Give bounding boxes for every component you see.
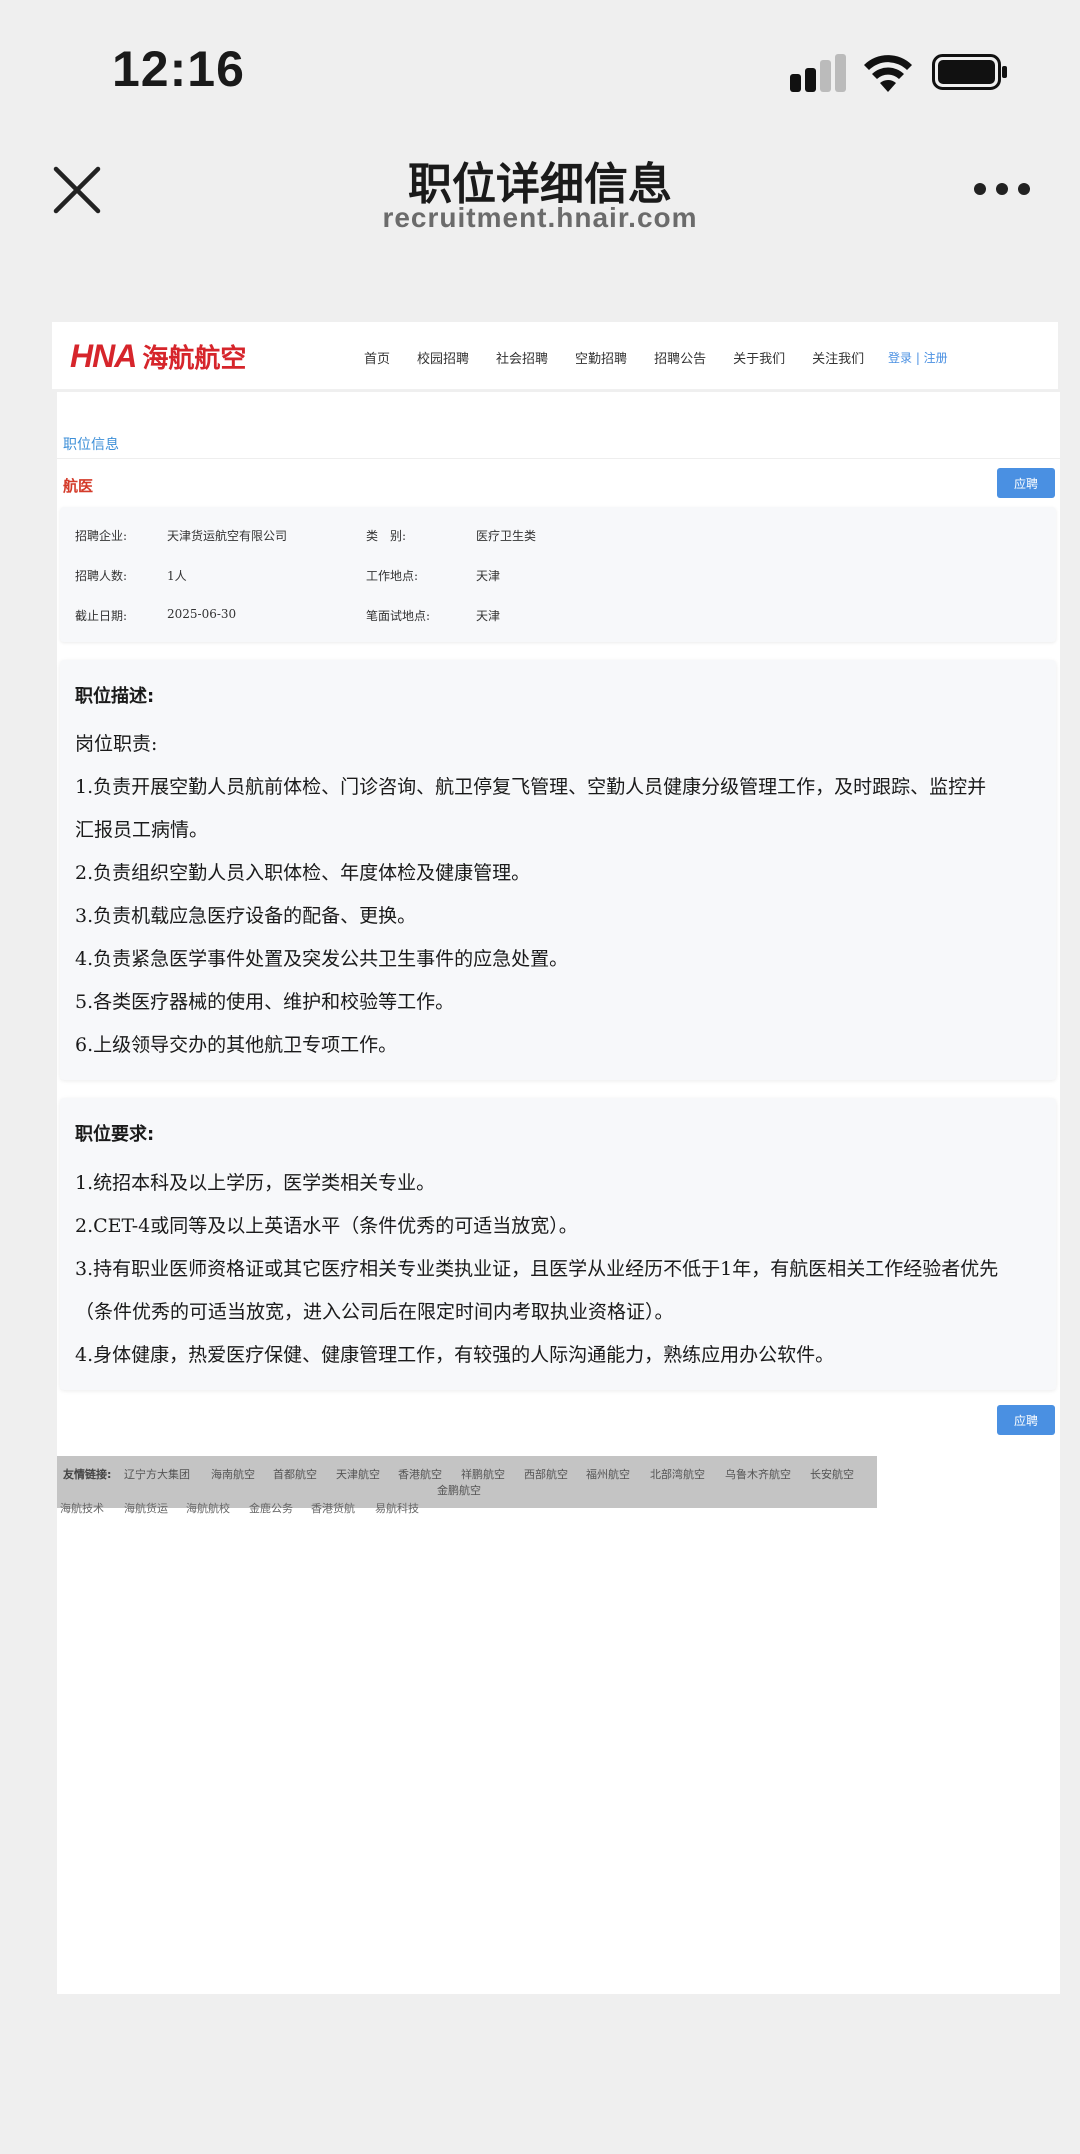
friend-link[interactable]: 北部湾航空 [650,1466,705,1482]
requirement-line: （条件优秀的可适当放宽，进入公司后在限定时间内考取执业资格证）。 [75,1301,674,1323]
description-line: 2.负责组织空勤人员入职体检、年度体检及健康管理。 [75,862,531,884]
friend-link[interactable]: 长安航空 [810,1466,854,1482]
job-info-card: 招聘企业: 天津货运航空有限公司 类 别: 医疗卫生类 招聘人数: 1人 工作地… [60,507,1056,642]
nav-item-follow[interactable]: 关注我们 [812,348,864,367]
friend-link[interactable]: 海南航空 [211,1466,255,1482]
job-title: 航医 [63,477,94,495]
friend-link[interactable]: 首都航空 [273,1466,317,1482]
description-line: 岗位职责: [75,733,158,755]
friend-link[interactable]: 福州航空 [586,1466,630,1482]
requirement-line: 2.CET-4或同等及以上英语水平（条件优秀的可适当放宽）。 [75,1215,578,1237]
wifi-icon [864,55,912,92]
description-line: 6.上级领导交办的其他航卫专项工作。 [75,1034,398,1056]
deadline-value: 2025-06-30 [167,607,237,621]
description-line: 1.负责开展空勤人员航前体检、门诊咨询、航卫停复飞管理、空勤人员健康分级管理工作… [75,776,987,798]
friend-link[interactable]: 海航技术 [60,1500,104,1516]
friend-link[interactable]: 香港货航 [311,1500,355,1516]
login-register-link[interactable]: 登录 | 注册 [888,349,948,366]
requirement-line: 4.身体健康，热爱医疗保健、健康管理工作，有较强的人际沟通能力，熟练应用办公软件… [75,1344,835,1366]
description-heading: 职位描述: [75,686,155,707]
deadline-label: 截止日期: [75,609,128,623]
requirement-line: 1.统招本科及以上学历，医学类相关专业。 [75,1172,436,1194]
description-line: 汇报员工病情。 [75,819,209,841]
hna-logo[interactable]: HNA 海航航空 [70,338,246,375]
requirement-line: 3.持有职业医师资格证或其它医疗相关专业类执业证，且医学从业经历不低于1年，有航… [75,1258,999,1280]
friend-links-label: 友情链接: [63,1468,112,1481]
status-time: 12:16 [112,41,245,97]
breadcrumb[interactable]: 职位信息 [63,434,119,454]
friend-link[interactable]: 易航科技 [375,1500,419,1516]
company-label: 招聘企业: [75,529,128,543]
friend-link[interactable]: 海航货运 [124,1500,168,1516]
nav-item-about[interactable]: 关于我们 [733,348,785,367]
description-line: 4.负责紧急医学事件处置及突发公共卫生事件的应急处置。 [75,948,569,970]
location-label: 工作地点: [366,569,419,583]
friend-link[interactable]: 乌鲁木齐航空 [725,1466,791,1482]
exam-location-label: 笔面试地点: [366,609,431,623]
exam-location-value: 天津 [476,609,501,623]
friend-links-bar: 友情链接: 辽宁方大集团 海南航空 首都航空 天津航空 香港航空 祥鹏航空 西部… [57,1456,877,1508]
count-label: 招聘人数: [75,569,128,583]
job-requirements-card: 职位要求: 1.统招本科及以上学历，医学类相关专业。 2.CET-4或同等及以上… [60,1098,1056,1390]
nav-item-social[interactable]: 社会招聘 [496,348,548,367]
nav-item-campus[interactable]: 校园招聘 [417,348,469,367]
logo-text-cn: 海航航空 [142,344,247,374]
friend-link[interactable]: 海航航校 [186,1500,230,1516]
friend-link[interactable]: 西部航空 [524,1466,568,1482]
apply-button-bottom[interactable]: 应聘 [997,1405,1055,1435]
battery-icon [932,54,1007,90]
category-label: 类 别: [366,529,407,543]
friend-link[interactable]: 祥鹏航空 [461,1466,505,1482]
more-options-icon[interactable] [974,176,1030,202]
friend-link[interactable]: 香港航空 [398,1466,442,1482]
job-description-card: 职位描述: 岗位职责: 1.负责开展空勤人员航前体检、门诊咨询、航卫停复飞管理、… [60,660,1056,1080]
company-value: 天津货运航空有限公司 [167,529,288,543]
nav-item-announcement[interactable]: 招聘公告 [654,348,706,367]
friend-link[interactable]: 金鹿公务 [249,1500,293,1516]
friend-link[interactable]: 金鹏航空 [437,1482,481,1498]
divider [57,458,1060,459]
count-value: 1人 [167,569,187,583]
friend-link[interactable]: 天津航空 [336,1466,380,1482]
nav-item-crew[interactable]: 空勤招聘 [575,348,627,367]
description-line: 3.负责机载应急医疗设备的配备、更换。 [75,905,417,927]
cellular-signal-icon [790,54,846,92]
requirements-heading: 职位要求: [75,1124,155,1145]
friend-link[interactable]: 辽宁方大集团 [124,1466,190,1482]
logo-text-en: HNA [70,338,137,374]
site-nav-menu: 首页 校园招聘 社会招聘 空勤招聘 招聘公告 关于我们 关注我们 [364,348,891,367]
location-value: 天津 [476,569,501,583]
category-value: 医疗卫生类 [476,529,537,543]
nav-item-home[interactable]: 首页 [364,348,390,367]
page-url: recruitment.hnair.com [382,202,698,233]
apply-button-top[interactable]: 应聘 [997,468,1055,498]
description-line: 5.各类医疗器械的使用、维护和校验等工作。 [75,991,455,1013]
site-header: HNA 海航航空 首页 校园招聘 社会招聘 空勤招聘 招聘公告 关于我们 关注我… [52,322,1058,390]
